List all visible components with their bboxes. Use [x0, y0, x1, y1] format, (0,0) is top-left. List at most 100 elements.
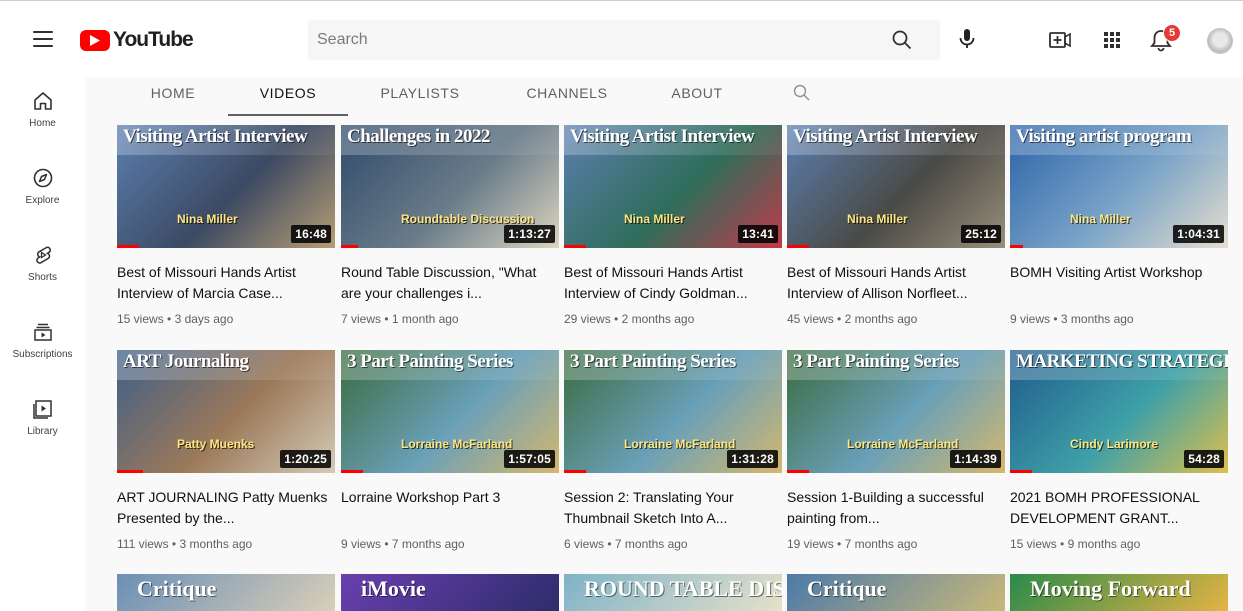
video-title[interactable]: Lorraine Workshop Part 3: [341, 487, 559, 529]
view-count: 15 views: [117, 312, 164, 326]
video-card[interactable]: Visiting Artist Interview Nina Miller 16:4…: [117, 125, 335, 326]
sidebar-item-label: Explore: [25, 195, 60, 206]
sidebar-item-subscriptions[interactable]: Subscriptions: [0, 321, 85, 381]
thumbnail-text: Visiting artist program: [1016, 126, 1192, 147]
video-metadata: 6 views • 7 months ago: [564, 537, 782, 551]
sidebar-item-home[interactable]: Home: [0, 90, 85, 150]
thumbnail-text: Challenges in 2022: [347, 126, 491, 147]
video-card[interactable]: ART Journaling Patty Muenks 1:20:25 ART JOU…: [117, 350, 335, 551]
watch-progress-bar: [564, 245, 586, 248]
play-logo-icon: [80, 29, 110, 51]
video-title[interactable]: 2021 BOMH PROFESSIONAL DEVELOPMENT GRANT…: [1010, 487, 1228, 529]
video-title[interactable]: Best of Missouri Hands Artist Interview …: [564, 262, 782, 304]
view-count: 9 views: [341, 537, 382, 551]
video-title[interactable]: BOMH Visiting Artist Workshop: [1010, 262, 1228, 304]
video-metadata: 29 views • 2 months ago: [564, 312, 782, 326]
video-card[interactable]: Visiting Artist Interview Nina Miller 25:1…: [787, 125, 1005, 326]
account-avatar[interactable]: [1207, 28, 1233, 54]
tab-about[interactable]: ABOUT: [667, 85, 727, 117]
video-thumbnail[interactable]: Visiting artist program Nina Miller 1:04:3…: [1010, 125, 1228, 248]
video-thumbnail[interactable]: Visiting Artist Interview Nina Miller 25:1…: [787, 125, 1005, 248]
video-thumbnail-partial[interactable]: iMovie: [341, 574, 559, 611]
video-card[interactable]: Visiting artist program Nina Miller 1:04:3…: [1010, 125, 1228, 326]
video-title[interactable]: Session 2: Translating Your Thumbnail Sk…: [564, 487, 782, 529]
video-metadata: 19 views • 7 months ago: [787, 537, 1005, 551]
video-thumbnail[interactable]: 3 Part Painting Series Lorraine McFarland…: [564, 350, 782, 473]
video-card[interactable]: MARKETING STRATEGIES FOR ARTISTS Cindy La…: [1010, 350, 1228, 551]
video-metadata: 45 views • 2 months ago: [787, 312, 1005, 326]
video-thumbnail[interactable]: Challenges in 2022 Roundtable Discussion 1…: [341, 125, 559, 248]
thumbnail-text: Visiting Artist Interview: [123, 126, 308, 147]
video-title-text: 2021 BOMH PROFESSIONAL DEVELOPMENT GRANT…: [1010, 489, 1200, 526]
thumbnail-text: Critique: [807, 576, 887, 601]
video-thumbnail-partial[interactable]: Critique: [787, 574, 1005, 611]
create-button[interactable]: [1047, 27, 1073, 53]
video-title[interactable]: Round Table Discussion, "What are your c…: [341, 262, 559, 304]
view-count: 29 views: [564, 312, 611, 326]
video-thumbnail[interactable]: 3 Part Painting Series Lorraine McFarland…: [341, 350, 559, 473]
thumbnail-text: MARKETING STRATEGIES FOR ARTISTS: [1016, 351, 1228, 372]
tab-videos[interactable]: VIDEOS: [248, 85, 328, 117]
watch-progress-bar: [564, 470, 586, 473]
thumbnail-subtext: Nina Miller: [1070, 212, 1131, 226]
video-card[interactable]: 3 Part Painting Series Lorraine McFarland…: [341, 350, 559, 551]
apps-button[interactable]: [1099, 27, 1125, 53]
thumbnail-subtext: Roundtable Discussion: [401, 212, 535, 226]
video-title[interactable]: ART JOURNALING Patty Muenks Presented by…: [117, 487, 335, 529]
home-icon: [33, 92, 52, 110]
video-duration: 54:28: [1184, 450, 1224, 468]
video-title-text: Best of Missouri Hands Artist Interview …: [787, 264, 968, 301]
video-card[interactable]: Challenges in 2022 Roundtable Discussion 1…: [341, 125, 559, 326]
video-metadata: 9 views • 3 months ago: [1010, 312, 1228, 326]
video-thumbnail-partial[interactable]: Moving Forward: [1010, 574, 1228, 611]
video-card[interactable]: 3 Part Painting Series Lorraine McFarland…: [564, 350, 782, 551]
video-thumbnail[interactable]: Visiting Artist Interview Nina Miller 13:4…: [564, 125, 782, 248]
logo-text: YouTube: [113, 28, 194, 51]
video-metadata: 111 views • 3 months ago: [117, 537, 335, 551]
video-title[interactable]: Best of Missouri Hands Artist Interview …: [787, 262, 1005, 304]
sidebar-item-label: Shorts: [28, 272, 57, 283]
create-video-icon: [1049, 32, 1071, 48]
tab-home[interactable]: HOME: [148, 85, 198, 117]
upload-age: 7 months ago: [844, 537, 918, 551]
compass-icon: [33, 168, 52, 188]
video-title[interactable]: Session 1-Building a successful painting…: [787, 487, 1005, 529]
sidebar-item-library[interactable]: Library: [0, 398, 85, 458]
video-title[interactable]: Best of Missouri Hands Artist Interview …: [117, 262, 335, 304]
search-input[interactable]: [308, 20, 878, 60]
view-count: 9 views: [1010, 312, 1051, 326]
tab-channels[interactable]: CHANNELS: [522, 85, 612, 117]
thumbnail-subtext: Nina Miller: [177, 212, 238, 226]
video-duration: 1:04:31: [1173, 225, 1224, 243]
watch-progress-bar: [1010, 245, 1024, 248]
voice-search-button[interactable]: [955, 27, 979, 51]
meta-separator: •: [604, 537, 615, 551]
video-metadata: 9 views • 7 months ago: [341, 537, 559, 551]
youtube-logo[interactable]: YouTube: [80, 28, 194, 52]
channel-search-button[interactable]: [792, 83, 812, 103]
watch-progress-bar: [341, 470, 363, 473]
search-button[interactable]: [890, 28, 914, 52]
tab-playlists[interactable]: PLAYLISTS: [375, 85, 465, 117]
thumbnail-subtext: Nina Miller: [847, 212, 908, 226]
sidebar-item-explore[interactable]: Explore: [0, 167, 85, 227]
upload-age: 7 months ago: [614, 537, 688, 551]
video-title-text: Session 2: Translating Your Thumbnail Sk…: [564, 489, 734, 526]
video-thumbnail[interactable]: MARKETING STRATEGIES FOR ARTISTS Cindy La…: [1010, 350, 1228, 473]
menu-icon[interactable]: [33, 31, 53, 47]
watch-progress-bar: [1010, 470, 1032, 473]
video-metadata: 7 views • 1 month ago: [341, 312, 559, 326]
thumbnail-subtext: Lorraine McFarland: [847, 437, 959, 451]
video-thumbnail[interactable]: ART Journaling Patty Muenks 1:20:25: [117, 350, 335, 473]
sidebar-item-shorts[interactable]: Shorts: [0, 244, 85, 304]
video-thumbnail[interactable]: 3 Part Painting Series Lorraine McFarland…: [787, 350, 1005, 473]
video-card[interactable]: 3 Part Painting Series Lorraine McFarland…: [787, 350, 1005, 551]
notification-badge: 5: [1163, 24, 1181, 42]
view-count: 7 views: [341, 312, 382, 326]
video-thumbnail-partial[interactable]: ROUND TABLE DISCUSSION: [564, 574, 782, 611]
video-thumbnail-partial[interactable]: Critique: [117, 574, 335, 611]
video-card[interactable]: Visiting Artist Interview Nina Miller 13:4…: [564, 125, 782, 326]
meta-separator: •: [833, 312, 845, 326]
meta-separator: •: [1056, 537, 1068, 551]
video-thumbnail[interactable]: Visiting Artist Interview Nina Miller 16:4…: [117, 125, 335, 248]
